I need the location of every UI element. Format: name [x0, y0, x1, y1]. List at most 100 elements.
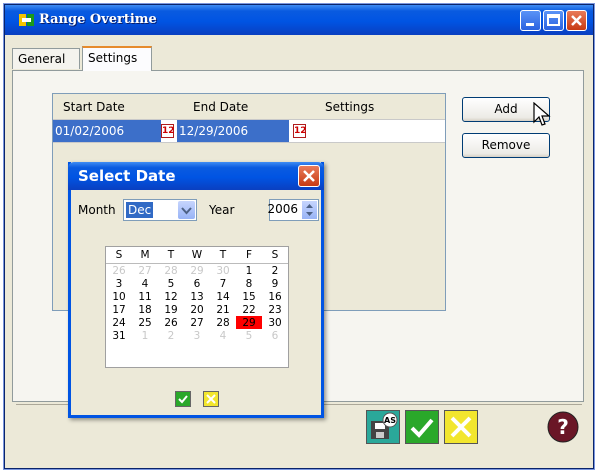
- month-dropdown[interactable]: Dec: [123, 199, 197, 221]
- calendar-day[interactable]: 15: [236, 290, 262, 303]
- calendar-day[interactable]: 7: [210, 277, 236, 290]
- calendar-day[interactable]: 26: [158, 316, 184, 329]
- calendar-day[interactable]: 1: [236, 264, 262, 278]
- calendar-day[interactable]: 6: [184, 277, 210, 290]
- calendar-day[interactable]: 20: [184, 303, 210, 316]
- calendar-day[interactable]: 14: [210, 290, 236, 303]
- dialog-close-button[interactable]: [298, 165, 320, 187]
- calendar-day[interactable]: 4: [210, 329, 236, 342]
- calendar-day[interactable]: 21: [210, 303, 236, 316]
- calendar-day[interactable]: 9: [262, 277, 288, 290]
- calendar-day[interactable]: 16: [262, 290, 288, 303]
- calendar-day[interactable]: 3: [106, 277, 132, 290]
- calendar-day[interactable]: 2: [158, 329, 184, 342]
- minimize-button[interactable]: [520, 10, 541, 31]
- calendar-day[interactable]: 17: [106, 303, 132, 316]
- calendar-day[interactable]: 3: [184, 329, 210, 342]
- calendar-day[interactable]: 27: [132, 264, 158, 278]
- calendar-day[interactable]: 23: [262, 303, 288, 316]
- title-bar[interactable]: Range Overtime: [5, 5, 593, 35]
- weekday-label: T: [210, 247, 236, 264]
- calendar-day[interactable]: 27: [184, 316, 210, 329]
- calendar-day[interactable]: 19: [158, 303, 184, 316]
- calendar-day[interactable]: 26: [106, 264, 132, 278]
- year-value: 2006: [267, 202, 298, 216]
- calendar-day-selected[interactable]: 29: [236, 316, 262, 329]
- calendar-icon[interactable]: 12: [293, 124, 307, 138]
- column-header-settings[interactable]: Settings: [325, 100, 374, 114]
- cancel-button[interactable]: [444, 410, 478, 444]
- app-icon: [19, 14, 34, 26]
- calendar-day[interactable]: 2: [262, 264, 288, 278]
- tab-label: Settings: [88, 51, 138, 65]
- tab-settings[interactable]: Settings: [82, 46, 152, 71]
- calendar-day[interactable]: 18: [132, 303, 158, 316]
- month-label: Month: [78, 203, 116, 217]
- calendar-day[interactable]: 24: [106, 316, 132, 329]
- calendar-week-row: 3 4 5 6 7 8 9: [106, 277, 288, 290]
- calendar-day[interactable]: 10: [106, 290, 132, 303]
- close-icon: [571, 15, 582, 26]
- remove-button[interactable]: Remove: [462, 133, 550, 158]
- start-date-cell[interactable]: 01/02/2006: [53, 120, 161, 142]
- calendar-day[interactable]: 8: [236, 277, 262, 290]
- month-value: Dec: [126, 202, 154, 218]
- column-header-end-date[interactable]: End Date: [193, 100, 248, 114]
- calendar-day[interactable]: 4: [132, 277, 158, 290]
- window-title: Range Overtime: [39, 12, 157, 27]
- dialog-title-bar[interactable]: Select Date: [68, 162, 324, 190]
- weekday-label: S: [262, 247, 288, 264]
- dialog-ok-button[interactable]: [175, 391, 191, 407]
- calendar-grid: S M T W T F S 26 27 28 29 30 1 2 3 4 5 6…: [105, 246, 289, 368]
- weekday-header-row: S M T W T F S: [106, 247, 288, 264]
- calendar-day[interactable]: 12: [158, 290, 184, 303]
- spinner-arrows-icon[interactable]: [302, 201, 317, 219]
- calendar-day[interactable]: 13: [184, 290, 210, 303]
- end-date-cell[interactable]: 12/29/2006: [177, 120, 289, 142]
- checkmark-icon: [178, 395, 188, 404]
- calendar-day[interactable]: 1: [132, 329, 158, 342]
- column-header-start-date[interactable]: Start Date: [63, 100, 125, 114]
- tab-general[interactable]: General: [12, 48, 80, 69]
- calendar-day[interactable]: 30: [262, 316, 288, 329]
- weekday-label: F: [236, 247, 262, 264]
- help-button[interactable]: ?: [546, 410, 580, 444]
- calendar-week-row: 31 1 2 3 4 5 6: [106, 329, 288, 342]
- close-icon: [303, 170, 315, 182]
- x-icon: [450, 416, 472, 438]
- calendar-day[interactable]: 28: [210, 316, 236, 329]
- calendar-icon[interactable]: 12: [161, 124, 175, 138]
- mouse-cursor-icon: [533, 102, 551, 126]
- calendar-day[interactable]: 29: [184, 264, 210, 278]
- calendar-week-row: 26 27 28 29 30 1 2: [106, 264, 288, 278]
- save-as-icon: AS: [371, 412, 398, 439]
- calendar-day[interactable]: 25: [132, 316, 158, 329]
- calendar-day[interactable]: 31: [106, 329, 132, 342]
- calendar-week-row: 17 18 19 20 21 22 23: [106, 303, 288, 316]
- maximize-button[interactable]: [543, 10, 564, 31]
- calendar-day[interactable]: 22: [236, 303, 262, 316]
- svg-text:AS: AS: [384, 416, 396, 425]
- calendar-day[interactable]: 6: [262, 329, 288, 342]
- calendar-week-row: 24 25 26 27 28 29 30: [106, 316, 288, 329]
- save-as-button[interactable]: AS: [366, 410, 400, 444]
- close-button[interactable]: [566, 10, 587, 31]
- year-label: Year: [209, 203, 235, 217]
- calendar-day[interactable]: 5: [158, 277, 184, 290]
- table-row[interactable]: 01/02/2006 12 12/29/2006 12: [53, 119, 445, 143]
- select-date-dialog: Select Date Month Dec Year 2006 S M T W …: [68, 162, 324, 418]
- settings-cell[interactable]: [309, 120, 445, 142]
- calendar-day[interactable]: 5: [236, 329, 262, 342]
- calendar-week-row: 10 11 12 13 14 15 16: [106, 290, 288, 303]
- ok-button[interactable]: [405, 410, 439, 444]
- calendar-day[interactable]: 30: [210, 264, 236, 278]
- weekday-label: T: [158, 247, 184, 264]
- help-icon: ?: [547, 411, 579, 443]
- calendar-day[interactable]: 11: [132, 290, 158, 303]
- calendar-day[interactable]: 28: [158, 264, 184, 278]
- year-spinner[interactable]: 2006: [267, 199, 319, 221]
- dialog-cancel-button[interactable]: [203, 391, 219, 407]
- maximize-icon: [547, 14, 560, 26]
- chevron-down-icon[interactable]: [178, 201, 195, 219]
- weekday-label: S: [106, 247, 132, 264]
